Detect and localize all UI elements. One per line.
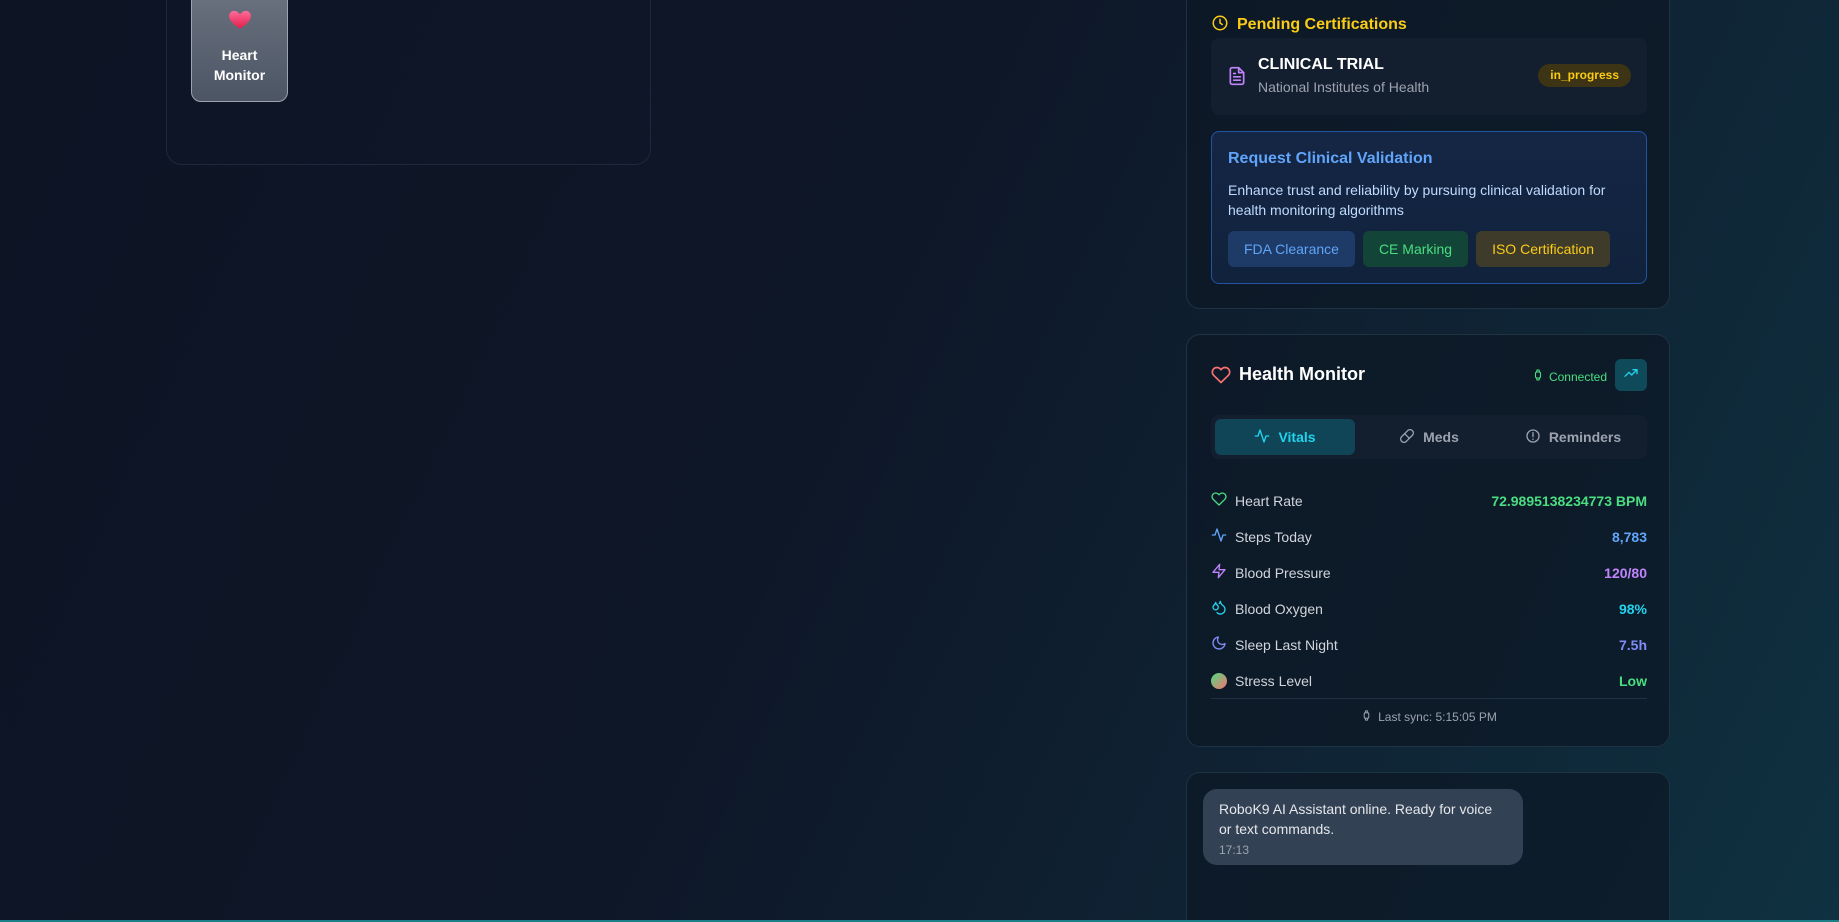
- trends-button[interactable]: [1615, 359, 1647, 391]
- vital-row-stress: Stress Level Low: [1211, 663, 1647, 699]
- vital-row-sleep: Sleep Last Night 7.5h: [1211, 627, 1647, 663]
- trending-up-icon: [1623, 365, 1639, 386]
- status-badge: in_progress: [1538, 64, 1631, 87]
- heart-icon: [1211, 365, 1231, 390]
- vital-value: 7.5h: [1618, 637, 1647, 653]
- vitals-list: Heart Rate 72.9895138234773 BPM Steps To…: [1211, 483, 1647, 699]
- connection-status: Connected: [1532, 368, 1607, 386]
- tab-label: Vitals: [1278, 429, 1316, 445]
- chat-message: RoboK9 AI Assistant online. Ready for vo…: [1203, 789, 1523, 865]
- clinical-validation-box: Request Clinical Validation Enhance trus…: [1211, 131, 1647, 284]
- zap-icon: [1211, 563, 1227, 584]
- chat-message-text: RoboK9 AI Assistant online. Ready for vo…: [1219, 801, 1493, 837]
- connection-status-text: Connected: [1548, 370, 1607, 384]
- fda-clearance-button[interactable]: FDA Clearance: [1228, 231, 1355, 267]
- tab-label: Meds: [1423, 429, 1459, 445]
- last-sync: Last sync: 5:15:05 PM: [1211, 708, 1647, 726]
- document-icon: [1227, 65, 1247, 92]
- tab-vitals[interactable]: Vitals: [1215, 419, 1355, 455]
- vital-value: 98%: [1618, 601, 1647, 617]
- stress-dot-icon: [1211, 673, 1227, 689]
- certification-org: National Institutes of Health: [1258, 79, 1430, 95]
- watch-icon: [1361, 708, 1372, 726]
- health-monitor-header: Health Monitor Connected: [1211, 359, 1647, 391]
- activity-icon: [1254, 428, 1270, 447]
- ai-assistant-chat: RoboK9 AI Assistant online. Ready for vo…: [1186, 772, 1670, 922]
- heart-monitor-tile[interactable]: Heart Monitor: [191, 0, 288, 102]
- validation-title: Request Clinical Validation: [1228, 150, 1433, 167]
- clock-icon: [1211, 14, 1229, 37]
- vital-value: 72.9895138234773 BPM: [1491, 493, 1647, 509]
- vital-label: Blood Pressure: [1235, 565, 1331, 581]
- iso-certification-button[interactable]: ISO Certification: [1476, 231, 1611, 267]
- vital-value: 8,783: [1611, 529, 1647, 545]
- tab-reminders[interactable]: Reminders: [1503, 419, 1643, 455]
- quick-actions-panel: Heart Monitor: [166, 0, 651, 165]
- droplets-icon: [1211, 599, 1227, 620]
- vital-value: Low: [1619, 673, 1647, 689]
- vital-label: Steps Today: [1235, 529, 1312, 545]
- pill-icon: [1399, 428, 1415, 447]
- last-sync-text: Last sync: 5:15:05 PM: [1378, 710, 1497, 724]
- watch-icon: [1532, 368, 1544, 386]
- vital-label: Heart Rate: [1235, 493, 1303, 509]
- divider: [1211, 698, 1647, 699]
- tile-label: Heart Monitor: [213, 46, 266, 83]
- vital-value: 120/80: [1604, 565, 1647, 581]
- vital-row-blood-pressure: Blood Pressure 120/80: [1211, 555, 1647, 591]
- vital-label: Sleep Last Night: [1235, 637, 1338, 653]
- alert-circle-icon: [1525, 428, 1541, 447]
- certification-item[interactable]: CLINICAL TRIAL National Institutes of He…: [1211, 38, 1647, 115]
- vital-label: Blood Oxygen: [1235, 601, 1323, 617]
- health-monitor-card: Health Monitor Connected Vitals Meds Rem…: [1186, 334, 1670, 747]
- certifications-card: Pending Certifications CLINICAL TRIAL Na…: [1186, 0, 1670, 309]
- heart-emoji-icon: [227, 6, 253, 37]
- certifications-header: Pending Certifications: [1211, 14, 1407, 36]
- vital-row-blood-oxygen: Blood Oxygen 98%: [1211, 591, 1647, 627]
- certifications-title: Pending Certifications: [1237, 16, 1407, 33]
- vital-label: Stress Level: [1235, 673, 1313, 689]
- tab-label: Reminders: [1548, 429, 1622, 445]
- tab-meds[interactable]: Meds: [1359, 419, 1499, 455]
- ce-marking-button[interactable]: CE Marking: [1362, 231, 1469, 267]
- vital-row-heart-rate: Heart Rate 72.9895138234773 BPM: [1211, 483, 1647, 519]
- validation-description: Enhance trust and reliability by pursuin…: [1228, 182, 1606, 218]
- vital-row-steps: Steps Today 8,783: [1211, 519, 1647, 555]
- health-monitor-title: Health Monitor: [1239, 364, 1365, 384]
- activity-icon: [1211, 527, 1227, 548]
- chat-message-time: 17:13: [1219, 843, 1250, 857]
- health-monitor-tabs: Vitals Meds Reminders: [1211, 415, 1647, 459]
- certification-name: CLINICAL TRIAL: [1258, 56, 1384, 73]
- moon-icon: [1211, 635, 1227, 656]
- heart-icon: [1211, 491, 1227, 512]
- validation-buttons: FDA Clearance CE Marking ISO Certificati…: [1228, 231, 1611, 267]
